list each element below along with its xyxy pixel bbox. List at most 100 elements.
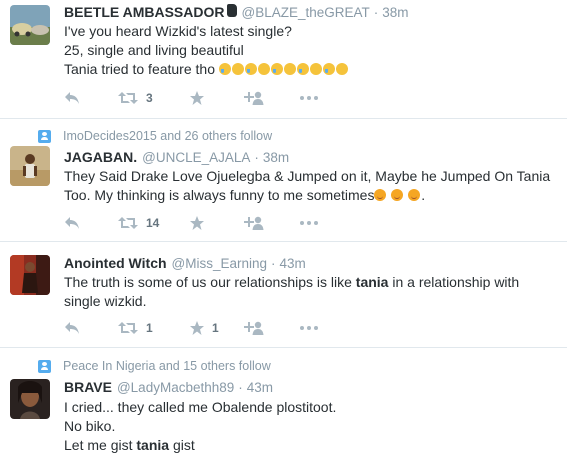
username[interactable]: @Miss_Earning	[172, 256, 268, 271]
tweet-actions: 3	[64, 89, 364, 107]
social-context-text[interactable]: Peace In Nigeria and 15 others follow	[63, 359, 271, 373]
username[interactable]: @BLAZE_theGREAT	[242, 5, 370, 20]
follow-icon	[244, 216, 264, 230]
tweet-text: They Said Drake Love Ojuelegba & Jumped …	[64, 167, 554, 205]
text-span: .	[421, 187, 426, 203]
weary-emoji	[309, 63, 322, 75]
tweet-text: The truth is some of us our relationship…	[64, 273, 554, 311]
reply-icon	[65, 217, 79, 229]
text-line-with-emoji: Tania tried to feature tho	[64, 60, 554, 79]
more-icon	[300, 96, 318, 100]
social-context-text[interactable]: ImoDecides2015 and 26 others follow	[63, 129, 272, 143]
cry-emoji	[244, 63, 257, 75]
separator-dot: ·	[254, 150, 259, 165]
more-icon	[300, 326, 318, 330]
retweet-count: 1	[146, 321, 153, 335]
tweet-actions: 1 1	[64, 319, 364, 337]
follow-button[interactable]	[244, 89, 264, 107]
reply-icon	[65, 92, 79, 104]
like-button[interactable]: 1	[190, 319, 219, 337]
username[interactable]: @LadyMacbethh89	[117, 380, 234, 395]
highlight-term[interactable]: tania	[136, 437, 169, 453]
avatar[interactable]	[10, 146, 50, 186]
tweet-header: BEETLE AMBASSADOR @BLAZE_theGREAT · 38m	[64, 4, 409, 20]
text-span: Tania tried to feature tho	[64, 61, 215, 77]
timestamp[interactable]: 43m	[247, 380, 273, 395]
follow-context-icon	[38, 129, 51, 143]
retweet-button[interactable]: 3	[118, 89, 153, 107]
like-icon	[190, 91, 204, 105]
retweet-button[interactable]: 14	[118, 214, 159, 232]
text-line: The truth is some of us our relationship…	[64, 273, 554, 292]
social-context: Peace In Nigeria and 15 others follow	[38, 358, 271, 374]
follow-context-icon	[38, 359, 51, 373]
fullname[interactable]: JAGABAN.	[64, 149, 137, 165]
separator-dot: ·	[373, 5, 379, 20]
reply-icon	[65, 322, 79, 334]
fullname[interactable]: BEETLE AMBASSADOR	[64, 4, 225, 20]
smile-emoji	[408, 189, 421, 201]
cry-emoji	[296, 63, 309, 75]
text-span: gist	[169, 437, 195, 453]
timestamp[interactable]: 38m	[263, 150, 289, 165]
cry-emoji	[322, 63, 335, 75]
retweet-count: 3	[146, 91, 153, 105]
follow-button[interactable]	[244, 214, 264, 232]
retweet-count: 14	[146, 216, 160, 230]
cry-emoji	[270, 63, 283, 75]
username[interactable]: @UNCLE_AJALA	[142, 150, 250, 165]
timestamp[interactable]: 38m	[382, 5, 408, 20]
weary-emoji	[257, 63, 270, 75]
text-span: Too. My thinking is always funny to me s…	[64, 187, 375, 203]
like-icon	[190, 216, 204, 230]
reply-button[interactable]	[64, 89, 80, 107]
fullname[interactable]: BRAVE	[64, 379, 112, 395]
weary-emoji	[231, 63, 244, 75]
timestamp[interactable]: 43m	[280, 256, 306, 271]
text-span: in a relationship with	[388, 274, 520, 290]
retweet-icon	[118, 322, 138, 334]
text-span: Let me gist	[64, 437, 137, 453]
tweet[interactable]: ImoDecides2015 and 26 others follow JAGA…	[0, 119, 567, 242]
reply-button[interactable]	[64, 319, 80, 337]
fullname[interactable]: Anointed Witch	[64, 255, 167, 271]
tweet-header: JAGABAN. @UNCLE_AJALA · 38m	[64, 149, 289, 165]
tweet[interactable]: Peace In Nigeria and 15 others follow BR…	[0, 348, 567, 460]
more-button[interactable]	[300, 214, 318, 232]
text-line: Let me gist tania gist	[64, 436, 554, 455]
hand-icon	[226, 4, 237, 17]
more-button[interactable]	[300, 319, 318, 337]
tweet-header: BRAVE @LadyMacbethh89 · 43m	[64, 379, 273, 395]
tweet[interactable]: Anointed Witch @Miss_Earning · 43m The t…	[0, 242, 567, 348]
follow-icon	[244, 321, 264, 335]
tweet[interactable]: BEETLE AMBASSADOR @BLAZE_theGREAT · 38m …	[0, 0, 567, 119]
weary-emoji	[335, 63, 348, 75]
smile-emoji	[374, 189, 387, 201]
like-count: 1	[212, 321, 219, 335]
reply-button[interactable]	[64, 214, 80, 232]
more-icon	[300, 221, 318, 225]
more-button[interactable]	[300, 89, 318, 107]
tweet-header: Anointed Witch @Miss_Earning · 43m	[64, 255, 306, 271]
tweet-actions: 14	[64, 214, 364, 232]
follow-icon	[244, 91, 264, 105]
like-button[interactable]	[190, 89, 204, 107]
text-line-with-emoji: Too. My thinking is always funny to me s…	[64, 186, 554, 205]
tweet-text: I cried... they called me Obalende plost…	[64, 398, 554, 455]
text-line: They Said Drake Love Ojuelegba & Jumped …	[64, 168, 551, 184]
separator-dot: ·	[238, 380, 243, 395]
avatar[interactable]	[10, 5, 50, 45]
text-line: I cried... they called me Obalende plost…	[64, 399, 337, 415]
separator-dot: ·	[271, 256, 276, 271]
weary-emoji	[283, 63, 296, 75]
avatar[interactable]	[10, 379, 50, 419]
smile-emoji	[391, 189, 404, 201]
avatar[interactable]	[10, 255, 50, 295]
like-button[interactable]	[190, 214, 204, 232]
retweet-icon	[118, 92, 138, 104]
social-context: ImoDecides2015 and 26 others follow	[38, 128, 272, 144]
retweet-icon	[118, 217, 138, 229]
follow-button[interactable]	[244, 319, 264, 337]
highlight-term[interactable]: tania	[356, 274, 389, 290]
retweet-button[interactable]: 1	[118, 319, 153, 337]
